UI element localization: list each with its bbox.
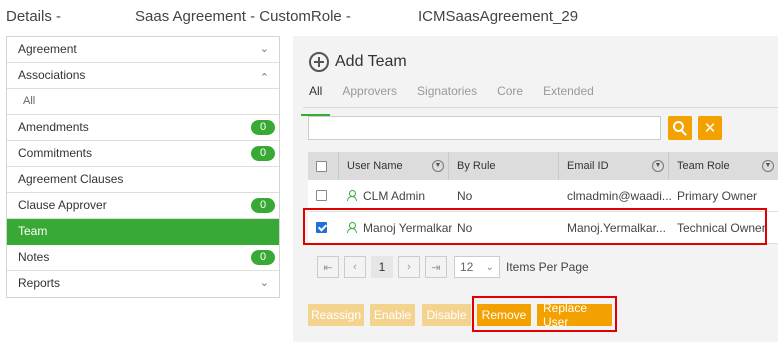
column-divider bbox=[448, 152, 449, 180]
row-select-cell bbox=[316, 180, 327, 211]
pagination: ⇤ ‹ 1 › ⇥ 12 ⌄ Items Per Page bbox=[317, 256, 589, 278]
table-row[interactable]: Manoj Yermalkar No Manoj.Yermalkar... Te… bbox=[308, 212, 778, 244]
search-button[interactable] bbox=[668, 116, 692, 140]
sidebar-item-label: Reports bbox=[18, 276, 61, 290]
user-icon bbox=[347, 221, 357, 234]
sidebar-item-all[interactable]: All bbox=[7, 89, 279, 115]
chevron-down-icon: ⌄ bbox=[259, 277, 269, 289]
row-checkbox[interactable] bbox=[316, 190, 327, 201]
sidebar-item-clause-approver[interactable]: Clause Approver 0 bbox=[7, 193, 279, 219]
sidebar-item-agreement-clauses[interactable]: Agreement Clauses bbox=[7, 167, 279, 193]
page-size-select[interactable]: 12 ⌄ bbox=[454, 256, 500, 278]
first-page-button[interactable]: ⇤ bbox=[317, 256, 339, 278]
count-badge: 0 bbox=[251, 250, 275, 265]
sidebar-item-label: Agreement bbox=[18, 42, 77, 56]
items-per-page-label: Items Per Page bbox=[506, 260, 589, 274]
chevron-up-icon: ⌃ bbox=[259, 72, 269, 84]
reassign-button[interactable]: Reassign bbox=[308, 304, 364, 326]
sidebar-item-label: Notes bbox=[18, 250, 50, 264]
sidebar-item-label: Agreement Clauses bbox=[18, 172, 124, 186]
tab-divider bbox=[303, 107, 778, 108]
last-page-button[interactable]: ⇥ bbox=[425, 256, 447, 278]
chevron-down-icon: ⌄ bbox=[259, 43, 269, 55]
sidebar-item-amendments[interactable]: Amendments 0 bbox=[7, 115, 279, 141]
disable-button[interactable]: Disable bbox=[422, 304, 471, 326]
column-header-email-id[interactable]: Email ID bbox=[567, 152, 609, 180]
by-rule-cell: No bbox=[457, 220, 473, 235]
sidebar-item-commitments[interactable]: Commitments 0 bbox=[7, 141, 279, 167]
sidebar-item-team[interactable]: Team bbox=[7, 219, 279, 245]
current-page[interactable]: 1 bbox=[371, 256, 393, 278]
agreement-id: ICMSaasAgreement_29 bbox=[418, 8, 579, 25]
count-badge: 0 bbox=[251, 120, 275, 135]
replace-user-button[interactable]: Replace User bbox=[537, 301, 612, 329]
add-team-label: Add Team bbox=[335, 53, 407, 70]
user-icon bbox=[347, 189, 357, 202]
team-table: User Name ▼ By Rule Email ID ▼ Team Role… bbox=[308, 152, 778, 244]
sidebar-item-reports[interactable]: Reports ⌄ bbox=[7, 271, 279, 297]
sidebar: Agreement ⌄ Associations ⌃ All Amendment… bbox=[6, 36, 280, 298]
email-cell: Manoj.Yermalkar... bbox=[567, 220, 666, 235]
page-size-value: 12 bbox=[460, 260, 474, 274]
select-all-cell bbox=[316, 152, 327, 180]
team-panel: Add Team All Approvers Signatories Core … bbox=[293, 36, 778, 342]
sidebar-item-agreement[interactable]: Agreement ⌄ bbox=[7, 37, 279, 63]
sidebar-item-label: Amendments bbox=[18, 120, 89, 134]
chevron-down-icon: ⌄ bbox=[485, 261, 494, 273]
previous-page-button[interactable]: ‹ bbox=[344, 256, 366, 278]
column-header-by-rule[interactable]: By Rule bbox=[457, 152, 496, 180]
sidebar-item-label: Clause Approver bbox=[18, 198, 107, 212]
column-divider bbox=[338, 152, 339, 180]
count-badge: 0 bbox=[251, 198, 275, 213]
count-badge: 0 bbox=[251, 146, 275, 161]
user-name: Manoj Yermalkar bbox=[363, 220, 453, 235]
email-cell: clmadmin@waadi... bbox=[567, 188, 672, 203]
row-checkbox[interactable] bbox=[316, 222, 327, 233]
column-header-user-name[interactable]: User Name bbox=[347, 152, 403, 180]
sidebar-item-label: Team bbox=[18, 224, 48, 238]
select-all-checkbox[interactable] bbox=[316, 160, 327, 172]
column-header-team-role[interactable]: Team Role bbox=[677, 152, 730, 180]
user-name-cell: Manoj Yermalkar bbox=[347, 212, 452, 243]
team-role-cell: Technical Owner bbox=[677, 220, 766, 235]
tab-all[interactable]: All bbox=[300, 82, 331, 116]
team-role-cell: Primary Owner bbox=[677, 188, 758, 203]
tab-extended[interactable]: Extended bbox=[543, 82, 594, 108]
search-icon bbox=[673, 121, 684, 132]
page-header: Details - Saas Agreement - CustomRole - … bbox=[0, 0, 778, 36]
filter-icon[interactable]: ▼ bbox=[652, 160, 664, 172]
row-select-cell bbox=[316, 212, 327, 243]
user-name-cell: CLM Admin bbox=[347, 180, 425, 211]
tab-signatories[interactable]: Signatories bbox=[417, 82, 477, 108]
table-header: User Name ▼ By Rule Email ID ▼ Team Role… bbox=[308, 152, 778, 180]
sidebar-item-notes[interactable]: Notes 0 bbox=[7, 245, 279, 271]
user-name: CLM Admin bbox=[363, 188, 426, 203]
remove-button[interactable]: Remove bbox=[477, 304, 531, 326]
filter-icon[interactable]: ▼ bbox=[432, 160, 444, 172]
by-rule-cell: No bbox=[457, 188, 473, 203]
tab-core[interactable]: Core bbox=[497, 82, 523, 108]
add-team-button[interactable]: Add Team bbox=[309, 51, 407, 73]
sidebar-item-label: All bbox=[23, 95, 36, 107]
tab-approvers[interactable]: Approvers bbox=[342, 82, 397, 108]
sidebar-item-label: Commitments bbox=[18, 146, 93, 160]
plus-circle-icon bbox=[309, 52, 329, 72]
team-tabs: All Approvers Signatories Core Extended bbox=[300, 82, 614, 116]
details-label: Details - bbox=[6, 8, 62, 25]
filter-icon[interactable]: ▼ bbox=[762, 160, 774, 172]
next-page-button[interactable]: › bbox=[398, 256, 420, 278]
sidebar-item-associations[interactable]: Associations ⌃ bbox=[7, 63, 279, 89]
column-divider bbox=[668, 152, 669, 180]
column-divider bbox=[558, 152, 559, 180]
search-input[interactable] bbox=[308, 116, 661, 140]
enable-button[interactable]: Enable bbox=[370, 304, 415, 326]
agreement-title: Saas Agreement - CustomRole - bbox=[135, 8, 351, 25]
sidebar-item-label: Associations bbox=[18, 68, 86, 82]
close-icon: ✕ bbox=[703, 119, 717, 137]
table-row[interactable]: CLM Admin No clmadmin@waadi... Primary O… bbox=[308, 180, 778, 212]
clear-button[interactable]: ✕ bbox=[698, 116, 722, 140]
